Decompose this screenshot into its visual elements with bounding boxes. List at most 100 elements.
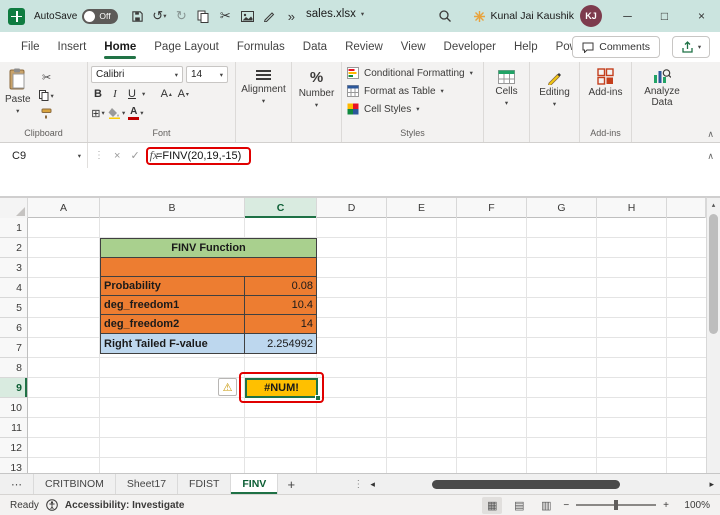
underline-button[interactable]: U <box>125 86 139 102</box>
row-header-10[interactable]: 10 <box>0 398 27 418</box>
addins-button[interactable]: Add-ins <box>587 65 625 127</box>
column-header-g[interactable]: G <box>527 198 597 218</box>
vertical-scrollbar-thumb[interactable] <box>709 214 718 334</box>
italic-button[interactable]: I <box>108 86 122 102</box>
number-button[interactable]: % Number ▾ <box>295 64 338 142</box>
cut-button-qat[interactable]: ✂ <box>215 4 235 28</box>
copy-button[interactable]: ▾ <box>36 88 58 103</box>
row-header-12[interactable]: 12 <box>0 438 27 458</box>
error-trace-button[interactable]: ⚠ <box>218 378 237 396</box>
zoom-level[interactable]: 100% <box>676 500 710 511</box>
search-icon[interactable] <box>436 7 454 25</box>
row-header-7[interactable]: 7 <box>0 338 27 358</box>
select-all-corner[interactable] <box>0 198 28 218</box>
more-commands-icon[interactable]: » <box>281 4 301 28</box>
cell-c6[interactable]: 14 <box>245 315 316 333</box>
add-sheet-button[interactable]: + <box>278 474 304 494</box>
zoom-in-button[interactable]: + <box>663 500 669 511</box>
cells-button[interactable]: Cells ▾ <box>487 64 526 142</box>
column-header-b[interactable]: B <box>100 198 245 218</box>
tab-home[interactable]: Home <box>95 32 145 62</box>
column-header-d[interactable]: D <box>317 198 387 218</box>
row-header-1[interactable]: 1 <box>0 218 27 238</box>
maximize-button[interactable]: □ <box>646 0 683 32</box>
row-header-4[interactable]: 4 <box>0 278 27 298</box>
save-button[interactable] <box>127 4 147 28</box>
confirm-entry-button[interactable]: ✓ <box>130 149 139 162</box>
collapse-formula-bar-icon[interactable]: ∧ <box>707 151 714 162</box>
shrink-font-button[interactable]: A ▾ <box>176 86 190 102</box>
bold-button[interactable]: B <box>91 86 105 102</box>
tab-view[interactable]: View <box>392 32 435 62</box>
sheet-tab-fdist[interactable]: FDIST <box>178 474 232 494</box>
table-spacer-row[interactable] <box>101 258 316 277</box>
share-button[interactable]: ▾ <box>672 36 710 58</box>
row-header-9[interactable]: 9 <box>0 378 27 398</box>
cell-c5[interactable]: 10.4 <box>245 296 316 314</box>
sheet-tab-finv[interactable]: FINV <box>231 474 279 494</box>
paste-button[interactable]: Paste ▾ <box>3 65 33 127</box>
column-header-c[interactable]: C <box>245 198 317 218</box>
cell-c7[interactable]: 2.254992 <box>245 334 316 353</box>
cell-b4[interactable]: Probability <box>101 277 245 295</box>
format-painter-button[interactable] <box>36 106 58 121</box>
vertical-scrollbar[interactable]: ▴ <box>706 197 720 473</box>
scroll-left-icon[interactable]: ◂ <box>370 479 375 490</box>
table-title-cell[interactable]: FINV Function <box>101 239 316 258</box>
alignment-button[interactable]: Alignment ▾ <box>239 64 288 142</box>
autosave-switch[interactable]: Off <box>82 8 119 24</box>
cell-b5[interactable]: deg_freedom1 <box>101 296 245 314</box>
name-box[interactable]: C9 ▾ <box>0 143 88 168</box>
accessibility-status[interactable]: Accessibility: Investigate <box>65 500 185 511</box>
cell-b7[interactable]: Right Tailed F-value <box>101 334 245 353</box>
column-header-a[interactable]: A <box>28 198 100 218</box>
horizontal-scrollbar-track[interactable] <box>380 479 705 489</box>
tab-formulas[interactable]: Formulas <box>228 32 294 62</box>
fill-handle[interactable] <box>315 395 321 401</box>
row-header-11[interactable]: 11 <box>0 418 27 438</box>
formula-input[interactable]: =FINV(20,19,-15) <box>146 145 252 167</box>
cut-button[interactable]: ✂ <box>36 70 58 85</box>
normal-view-button[interactable]: ▦ <box>482 496 503 514</box>
zoom-slider[interactable] <box>576 500 657 510</box>
column-header-f[interactable]: F <box>457 198 527 218</box>
comments-button[interactable]: Comments <box>572 36 660 58</box>
conditional-formatting-button[interactable]: Conditional Formatting ▾ <box>345 64 480 82</box>
draw-button-qat[interactable] <box>259 4 279 28</box>
cell-grid[interactable]: FINV Function Probability 0.08 deg_freed… <box>28 218 706 473</box>
copy-button-qat[interactable] <box>193 4 213 28</box>
scroll-up-icon[interactable]: ▴ <box>707 198 720 212</box>
selected-error-cell-c9[interactable]: #NUM! <box>245 378 318 398</box>
minimize-button[interactable]: ─ <box>609 0 646 32</box>
editing-button[interactable]: Editing ▾ <box>533 64 576 142</box>
analyze-data-button[interactable]: Analyze Data <box>635 64 689 108</box>
tab-insert[interactable]: Insert <box>49 32 96 62</box>
close-button[interactable]: × <box>683 0 720 32</box>
cancel-entry-button[interactable]: × <box>114 150 120 162</box>
tab-scroll-splitter[interactable]: ⋮ <box>346 474 370 494</box>
row-header-2[interactable]: 2 <box>0 238 27 258</box>
picture-button-qat[interactable] <box>237 4 257 28</box>
font-color-button[interactable]: A ▾ <box>128 105 144 121</box>
autosave-toggle[interactable]: AutoSave Off <box>34 8 119 24</box>
column-header-h[interactable]: H <box>597 198 667 218</box>
sheet-tab-critbinom[interactable]: CRITBINOM <box>34 474 116 494</box>
row-header-8[interactable]: 8 <box>0 358 27 378</box>
font-size-select[interactable]: 14 ▾ <box>186 66 228 83</box>
cell-b6[interactable]: deg_freedom2 <box>101 315 245 333</box>
horizontal-scrollbar-thumb[interactable] <box>431 479 621 489</box>
tab-page-layout[interactable]: Page Layout <box>145 32 228 62</box>
zoom-slider-thumb[interactable] <box>614 500 619 510</box>
avatar[interactable]: KJ <box>580 5 602 27</box>
borders-button[interactable]: ⊞ ▾ <box>91 105 105 121</box>
horizontal-scrollbar[interactable]: ◂ ▸ <box>370 474 720 494</box>
row-header-13[interactable]: 13 <box>0 458 27 474</box>
account-area[interactable]: Kunal Jai Kaushik KJ <box>473 0 602 32</box>
row-header-5[interactable]: 5 <box>0 298 27 318</box>
page-layout-view-button[interactable]: ▤ <box>509 497 529 514</box>
redo-button[interactable]: ↻ <box>171 4 191 28</box>
format-as-table-button[interactable]: Format as Table ▾ <box>345 82 480 100</box>
tab-developer[interactable]: Developer <box>435 32 505 62</box>
collapse-ribbon-icon[interactable]: ∧ <box>707 129 714 140</box>
cell-styles-button[interactable]: Cell Styles ▾ <box>345 100 480 118</box>
